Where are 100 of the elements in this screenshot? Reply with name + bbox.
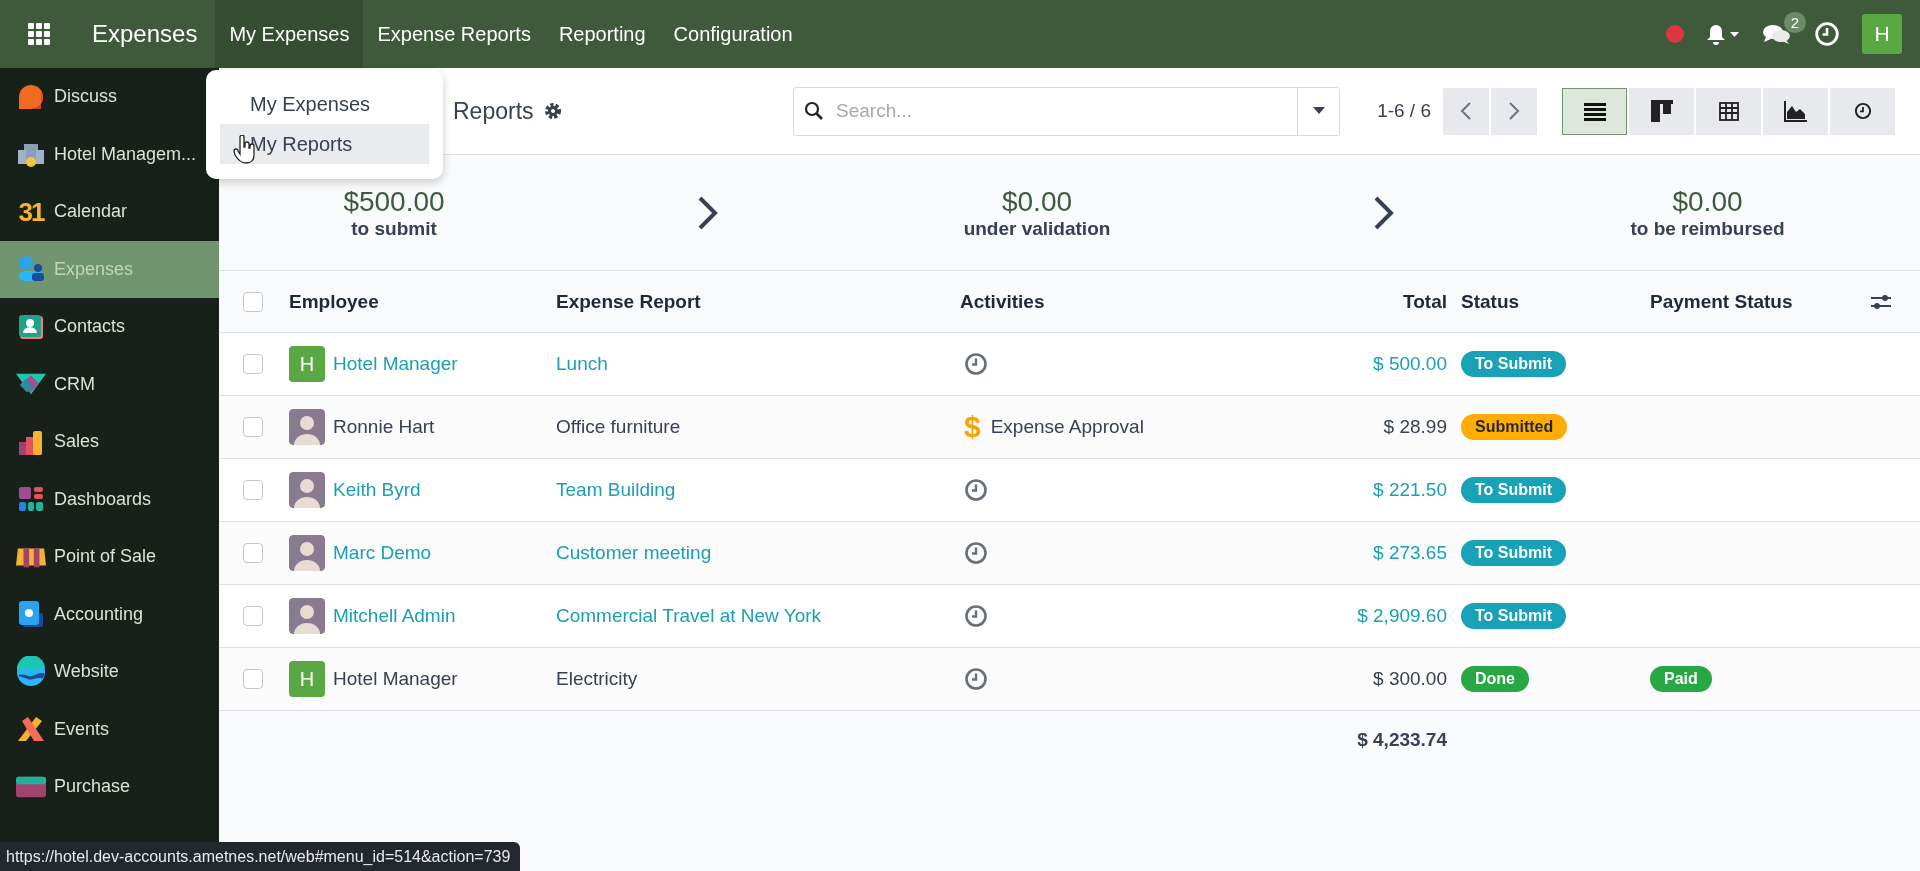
chevron-right-icon (1508, 101, 1520, 121)
column-header[interactable]: Status (1447, 290, 1636, 313)
message-count: 2 (1783, 12, 1806, 33)
avatar-silhouette-icon (289, 535, 325, 571)
sidebar-item[interactable]: CRM (0, 355, 219, 413)
checkbox[interactable] (243, 669, 263, 689)
clock-icon[interactable] (1853, 102, 1872, 120)
view-button[interactable] (1562, 87, 1627, 135)
apps-grid-icon[interactable] (28, 23, 50, 45)
summary-amount: $0.00 (1001, 185, 1073, 218)
avatar: H (289, 661, 325, 697)
sidebar-label: Hotel Managem... (54, 143, 197, 165)
sidebar-label: Website (54, 661, 119, 683)
status-tag: To Submit (1461, 603, 1567, 629)
cross-icon (16, 715, 46, 744)
menu-item[interactable]: Expense Reports (363, 0, 545, 68)
view-button[interactable] (1830, 87, 1895, 135)
chat-icon[interactable] (1762, 22, 1792, 46)
sidebar-item[interactable]: Events (0, 700, 219, 758)
menu-item[interactable]: Configuration (659, 0, 807, 68)
wave-circle-icon (16, 655, 46, 688)
sidebar-label: Expenses (54, 258, 134, 280)
calendar-icon: 31 (18, 198, 44, 225)
summary-label: under validation (963, 217, 1111, 240)
view-button[interactable] (1696, 87, 1761, 135)
summary-label: to be reimbursed (1630, 217, 1785, 240)
sidebar-label: Calendar (54, 201, 128, 223)
avatar-silhouette-icon (289, 472, 325, 508)
view-button[interactable] (1629, 87, 1694, 135)
menu-item[interactable]: Reporting (544, 0, 660, 68)
avatar-silhouette-icon (289, 409, 325, 445)
activity-label: Expense Approval (990, 416, 1144, 438)
sidebar-label: Point of Sale (54, 546, 157, 568)
status-tag: To Submit (1461, 540, 1567, 566)
next-button[interactable] (1491, 87, 1537, 135)
tiles-icon (17, 485, 45, 514)
sidebar-label: Sales (54, 431, 100, 453)
link-url-tooltip: https://hotel.dev-accounts.ametnes.net/web#menu_id=514&action=739 (0, 842, 521, 871)
column-header[interactable]: Employee (289, 290, 556, 313)
chevron-left-icon (1460, 101, 1472, 121)
chevron-right-icon (1373, 194, 1395, 231)
sidebar-label: Accounting (54, 603, 144, 625)
sidebar-item[interactable]: Sales (0, 413, 219, 471)
total-amount: $ 28.99 (1382, 416, 1447, 438)
sidebar-label: Discuss (54, 86, 117, 108)
total-amount: $ 221.50 (1372, 479, 1447, 501)
sidebar-item[interactable]: Website (0, 643, 219, 701)
total-amount: $ 273.65 (1372, 542, 1447, 564)
sidebar-label: CRM (54, 373, 95, 395)
sidebar-item[interactable]: Hotel Managem... (0, 125, 219, 183)
payment-tag: Paid (1650, 666, 1712, 692)
bell-icon[interactable] (1706, 23, 1740, 45)
checkbox[interactable] (243, 354, 263, 374)
column-header[interactable]: Expense Report (556, 290, 960, 313)
app-title[interactable]: Expenses (72, 20, 216, 48)
column-header[interactable]: Total (1300, 290, 1447, 313)
gear-icon[interactable] (543, 102, 562, 120)
sidebar-item[interactable]: 31 Calendar (0, 183, 219, 241)
sidebar-label: Events (54, 718, 110, 740)
status-tag: Submitted (1461, 414, 1568, 440)
menu-item[interactable]: My Expenses (215, 0, 364, 68)
sidebar-item[interactable]: Point of Sale (0, 528, 219, 586)
summary-amount: $500.00 (343, 185, 445, 218)
status-dot (1666, 25, 1684, 43)
report-name: Office furniture (556, 416, 682, 438)
sidebar-item[interactable]: Discuss (0, 68, 219, 126)
total-amount: $ 300.00 (1372, 668, 1447, 690)
chevron-right-icon (697, 194, 719, 231)
grand-total: $ 4,233.74 (1356, 728, 1447, 751)
checkbox[interactable] (243, 606, 263, 626)
dropdown-item[interactable]: My Expenses (220, 84, 429, 124)
avatar-silhouette-icon (289, 598, 325, 634)
previous-button[interactable] (1443, 87, 1489, 135)
total-amount: $ 500.00 (1372, 353, 1447, 375)
search-options-button[interactable] (1297, 87, 1339, 135)
document-icon (17, 599, 45, 630)
employee-name: Hotel Manager (333, 668, 458, 690)
sidebar-item[interactable]: Dashboards (0, 470, 219, 528)
checkbox[interactable] (243, 417, 263, 437)
report-name: Electricity (556, 668, 639, 690)
sidebar-item[interactable]: Contacts (0, 298, 219, 356)
view-button[interactable] (1763, 87, 1828, 135)
summary-label: to submit (351, 217, 437, 240)
status-tag: To Submit (1461, 351, 1567, 377)
breadcrumb: Reports (453, 97, 534, 125)
search-box[interactable]: Search... (793, 86, 1340, 136)
search-icon (804, 101, 824, 121)
table-grid-icon (1717, 100, 1740, 122)
caret-down-icon (1312, 107, 1325, 115)
column-header[interactable]: Payment Status (1636, 290, 1870, 313)
pager-count[interactable]: 1-6 / 6 (1377, 100, 1431, 122)
checkbox[interactable] (243, 480, 263, 500)
column-header[interactable]: Activities (960, 290, 1300, 313)
contact-card-icon (17, 312, 45, 341)
sidebar-item[interactable]: Purchase (0, 758, 219, 816)
checkbox[interactable] (243, 543, 263, 563)
sidebar-label: Contacts (54, 316, 126, 338)
status-tag: To Submit (1461, 477, 1567, 503)
sidebar-item[interactable]: Accounting (0, 585, 219, 643)
checkbox[interactable] (243, 291, 263, 312)
